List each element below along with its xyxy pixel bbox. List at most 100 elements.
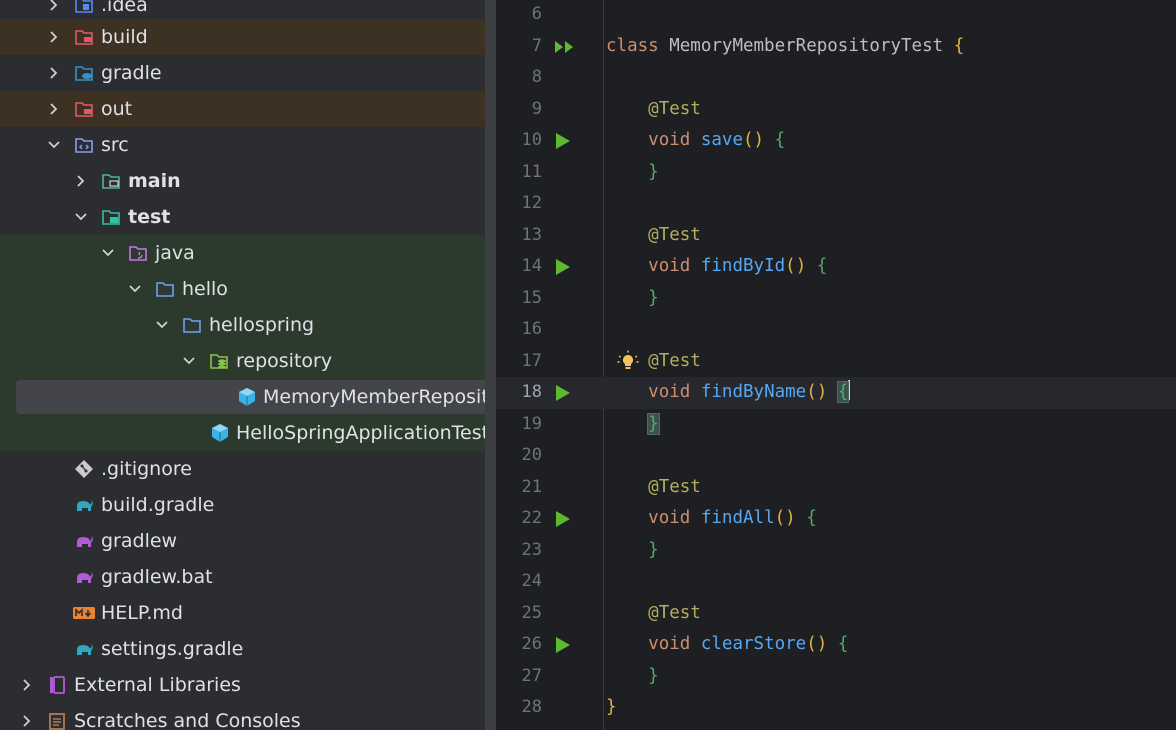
gradle-elephant-icon: [77, 644, 93, 655]
code-line[interactable]: 20: [496, 440, 1176, 472]
chevron-down-icon[interactable]: [73, 209, 89, 225]
tree-item-build-gradle[interactable]: build.gradle: [0, 487, 496, 523]
tree-item-label: src: [101, 134, 129, 156]
chevron-right-icon[interactable]: [46, 0, 62, 13]
line-number: 23: [521, 539, 542, 560]
chevron-right-icon[interactable]: [19, 713, 35, 729]
matched-brace: }: [647, 412, 660, 435]
run-test-icon[interactable]: [554, 384, 572, 402]
tree-item-gradlew[interactable]: gradlew: [0, 523, 496, 559]
line-number: 19: [521, 413, 542, 434]
code-line[interactable]: 15 }: [496, 283, 1176, 315]
package-folder-icon: [156, 282, 174, 297]
tree-item-build[interactable]: build: [0, 19, 496, 55]
code-line[interactable]: 11 }: [496, 157, 1176, 189]
run-all-tests-icon[interactable]: [554, 38, 576, 56]
code-text: void save() {: [648, 130, 786, 150]
code-line[interactable]: 6: [496, 0, 1176, 31]
chevron-down-icon[interactable]: [154, 317, 170, 333]
code-line[interactable]: 7 class MemoryMemberRepositoryTest {: [496, 31, 1176, 63]
tree-item-gitignore[interactable]: .gitignore: [0, 451, 496, 487]
tree-item-hello[interactable]: hello: [0, 271, 496, 307]
run-test-icon[interactable]: [554, 510, 572, 528]
run-test-icon[interactable]: [554, 636, 572, 654]
code-line[interactable]: 23 }: [496, 535, 1176, 567]
markdown-icon: [73, 607, 95, 619]
tree-item-out[interactable]: out: [0, 91, 496, 127]
tree-item-help-md[interactable]: HELP.md: [0, 595, 496, 631]
tree-item-external-libraries[interactable]: External Libraries: [0, 667, 496, 703]
code-text: }: [648, 161, 659, 182]
gradle-elephant-icon: [77, 500, 93, 511]
chevron-right-icon[interactable]: [46, 65, 62, 81]
code-line[interactable]: 26 void clearStore() {: [496, 629, 1176, 661]
tree-item-gradle[interactable]: gradle: [0, 55, 496, 91]
code-line[interactable]: 8: [496, 62, 1176, 94]
code-line[interactable]: 25 @Test: [496, 598, 1176, 630]
line-number: 13: [521, 224, 542, 245]
chevron-right-icon[interactable]: [46, 101, 62, 117]
code-line[interactable]: 27 }: [496, 661, 1176, 693]
chevron-down-icon[interactable]: [46, 137, 62, 153]
tree-item-java[interactable]: java: [0, 235, 496, 271]
code-line[interactable]: 13 @Test: [496, 220, 1176, 252]
tree-item-main[interactable]: main: [0, 163, 496, 199]
line-number: 25: [521, 602, 542, 623]
project-tree[interactable]: .idea build gradle out src main test jav…: [0, 0, 496, 730]
tree-scrollbar[interactable]: [485, 0, 496, 730]
test-class-icon: [239, 388, 255, 406]
run-test-icon[interactable]: [554, 258, 572, 276]
code-text: void clearStore() {: [648, 634, 849, 654]
tree-item-label: main: [128, 170, 181, 192]
tree-item-label: java: [155, 242, 195, 264]
test-java-folder-icon: [129, 246, 147, 261]
tree-item-label: out: [101, 98, 133, 120]
chevron-down-icon[interactable]: [181, 353, 197, 369]
tree-item-repository[interactable]: repository: [0, 343, 496, 379]
tree-item-memory-member-repository-test[interactable]: MemoryMemberRepositoryTest: [0, 379, 496, 415]
code-line[interactable]: 16: [496, 314, 1176, 346]
code-line[interactable]: 14 void findById() {: [496, 251, 1176, 283]
tree-item-label: MemoryMemberRepositoryTest: [263, 386, 496, 408]
line-number: 9: [531, 98, 542, 119]
code-text: void findByName() {: [648, 380, 851, 403]
chevron-down-icon[interactable]: [100, 245, 116, 261]
chevron-right-icon[interactable]: [19, 677, 35, 693]
tree-item-gradlew-bat[interactable]: gradlew.bat: [0, 559, 496, 595]
code-text: void findById() {: [648, 256, 828, 276]
tree-item-scratches-and-consoles[interactable]: Scratches and Consoles: [0, 703, 496, 730]
tree-item-settings-gradle[interactable]: settings.gradle: [0, 631, 496, 667]
chevron-down-icon[interactable]: [127, 281, 143, 297]
code-text: void findAll() {: [648, 508, 817, 528]
tree-item-label: Scratches and Consoles: [74, 710, 301, 730]
code-line-current[interactable]: 18 void findByName() {: [496, 377, 1176, 409]
code-line[interactable]: 12: [496, 188, 1176, 220]
code-line[interactable]: 22 void findAll() {: [496, 503, 1176, 535]
chevron-right-icon[interactable]: [73, 173, 89, 189]
tree-item-label: test: [128, 206, 171, 228]
tree-item-label: HELP.md: [101, 602, 183, 624]
tree-item-label: build: [101, 26, 148, 48]
code-line[interactable]: 21 @Test: [496, 472, 1176, 504]
code-text: }: [648, 665, 659, 686]
tree-item-test[interactable]: test: [0, 199, 496, 235]
tree-item-hellospring[interactable]: hellospring: [0, 307, 496, 343]
code-line[interactable]: 28 }: [496, 692, 1176, 724]
code-text: }: [606, 697, 617, 717]
code-line[interactable]: 10 void save() {: [496, 125, 1176, 157]
matched-brace: {: [836, 381, 850, 403]
chevron-right-icon[interactable]: [46, 29, 62, 45]
line-number: 21: [521, 476, 542, 497]
text-caret: [848, 380, 851, 400]
tree-item-hello-spring-application-tests[interactable]: HelloSpringApplicationTests: [0, 415, 496, 451]
run-test-icon[interactable]: [554, 132, 572, 150]
line-number: 22: [521, 508, 542, 528]
tree-item-label: build.gradle: [101, 494, 215, 516]
code-line[interactable]: 17 @Test: [496, 346, 1176, 378]
code-line[interactable]: 19 }: [496, 409, 1176, 441]
code-line[interactable]: 24: [496, 566, 1176, 598]
code-editor[interactable]: 6 7 class MemoryMemberRepositoryTest { 8…: [496, 0, 1176, 730]
code-line[interactable]: 9 @Test: [496, 94, 1176, 126]
package-folder-icon: [183, 318, 201, 333]
tree-item-src[interactable]: src: [0, 127, 496, 163]
